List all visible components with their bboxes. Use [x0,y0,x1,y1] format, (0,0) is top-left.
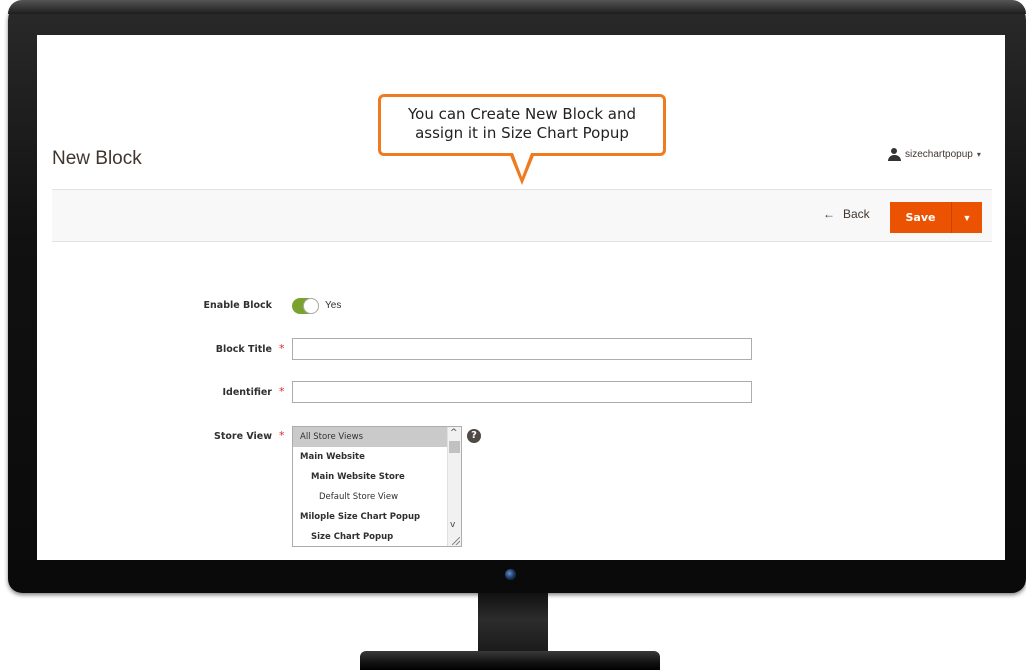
enable-block-label: Enable Block [203,300,272,311]
scrollbar[interactable]: ^ v [447,427,461,546]
monitor-stand-base [360,651,660,670]
block-title-input[interactable] [292,338,752,360]
store-view-multiselect[interactable]: All Store Views Main Website Main Websit… [292,426,462,547]
toggle-knob [303,298,319,314]
enable-block-toggle[interactable] [292,298,319,314]
user-icon [888,148,901,161]
save-split-button: Save ▼ [890,202,982,233]
save-button[interactable]: Save [890,202,952,233]
store-option-main-website[interactable]: Main Website [293,447,461,467]
identifier-label: Identifier [222,387,272,398]
store-option-main-website-store[interactable]: Main Website Store [293,467,461,487]
user-menu[interactable]: sizechartpopup ▾ [888,148,981,161]
identifier-input[interactable] [292,381,752,403]
callout-line-2: assign it in Size Chart Popup [415,124,629,142]
callout-text: You can Create New Block and assign it i… [381,105,663,143]
scroll-up-icon[interactable]: ^ [450,428,458,438]
store-option-all-store-views[interactable]: All Store Views [293,427,461,447]
help-icon[interactable]: ? [467,429,481,443]
callout-line-1: You can Create New Block and [408,105,636,123]
callout-box: You can Create New Block and assign it i… [378,94,666,156]
store-view-label: Store View [213,431,272,442]
scroll-down-icon[interactable]: v [450,520,455,530]
resize-grip-icon[interactable] [452,537,460,545]
user-name: sizechartpopup [905,149,973,160]
store-option-milople-size-chart-popup[interactable]: Milople Size Chart Popup [293,507,461,527]
required-marker: * [279,342,285,355]
block-title-label: Block Title [215,344,272,355]
store-option-size-chart-popup[interactable]: Size Chart Popup [293,527,461,546]
caret-down-icon: ▾ [976,150,981,159]
page-title: New Block [52,148,142,169]
enable-block-value: Yes [325,300,342,311]
caret-down-icon: ▼ [962,212,972,223]
save-dropdown-button[interactable]: ▼ [952,202,982,233]
back-arrow-icon: ← [823,207,835,221]
back-label: Back [843,207,870,221]
back-button[interactable]: ← Back [823,207,870,221]
scroll-thumb[interactable] [449,441,460,453]
page-actions-bar: ← Back Save ▼ [52,189,992,242]
required-marker: * [279,429,285,442]
callout-tail-inner [513,153,531,177]
webcam [505,569,516,580]
monitor-stand-neck [478,593,548,653]
store-option-default-store-view[interactable]: Default Store View [293,487,461,507]
required-marker: * [279,385,285,398]
